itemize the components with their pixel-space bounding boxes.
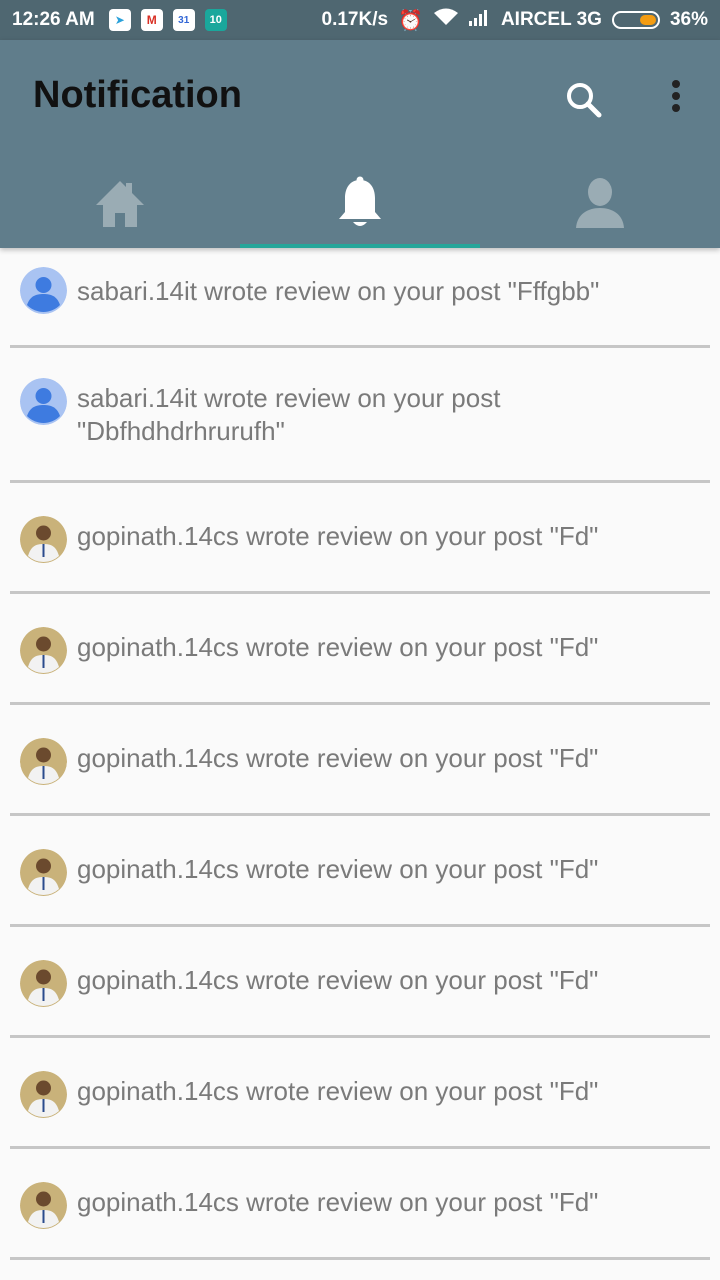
page-title: Notification bbox=[33, 74, 242, 116]
photo-avatar-icon bbox=[20, 960, 67, 1007]
photo-avatar-icon bbox=[20, 1071, 67, 1118]
default-avatar-icon bbox=[20, 378, 67, 425]
notification-text: gopinath.14cs wrote review on your post … bbox=[77, 743, 599, 773]
search-button[interactable] bbox=[560, 76, 608, 124]
home-icon bbox=[96, 181, 144, 227]
notification-item[interactable]: gopinath.14cs wrote review on your post … bbox=[0, 816, 720, 927]
notification-text: gopinath.14cs wrote review on your post … bbox=[77, 632, 599, 662]
divider bbox=[10, 1257, 710, 1260]
notification-text: sabari.14it wrote review on your post "D… bbox=[77, 383, 501, 446]
notification-badge-icon: 10 bbox=[204, 9, 227, 31]
notification-text: sabari.14it wrote review on your post "F… bbox=[77, 276, 600, 306]
avatar bbox=[20, 1071, 67, 1118]
battery-level bbox=[639, 15, 656, 25]
bell-icon bbox=[339, 176, 381, 226]
avatar bbox=[20, 267, 67, 314]
status-right: 0.17K/s ⏰ AIRCEL 3G 36% bbox=[321, 0, 708, 40]
status-time: 12:26 AM bbox=[12, 9, 95, 30]
avatar bbox=[20, 1182, 67, 1229]
notification-item[interactable]: sabari.14it wrote review on your post "D… bbox=[0, 348, 720, 483]
notification-item[interactable]: gopinath.14cs wrote review on your post … bbox=[0, 705, 720, 816]
tab-bar bbox=[0, 158, 720, 248]
notification-text: gopinath.14cs wrote review on your post … bbox=[77, 854, 599, 884]
avatar bbox=[20, 960, 67, 1007]
photo-avatar-icon bbox=[20, 627, 67, 674]
notification-text: gopinath.14cs wrote review on your post … bbox=[77, 521, 599, 551]
avatar bbox=[20, 849, 67, 896]
notification-item[interactable]: sabari.14it wrote review on your post "F… bbox=[0, 248, 720, 348]
battery-percent: 36% bbox=[669, 9, 708, 30]
avatar bbox=[20, 627, 67, 674]
notification-text: gopinath.14cs wrote review on your post … bbox=[77, 1187, 599, 1217]
search-icon bbox=[567, 83, 602, 118]
notification-list: sabari.14it wrote review on your post "F… bbox=[0, 248, 720, 1260]
photo-avatar-icon bbox=[20, 738, 67, 785]
calendar-icon: 31 bbox=[172, 9, 195, 31]
gmail-icon: M bbox=[140, 9, 163, 31]
signal-icon bbox=[468, 8, 491, 32]
person-icon bbox=[576, 178, 624, 228]
battery-icon bbox=[611, 11, 660, 29]
carrier-name: AIRCEL 3G bbox=[500, 9, 602, 30]
notification-text: gopinath.14cs wrote review on your post … bbox=[77, 965, 599, 995]
notification-item[interactable]: gopinath.14cs wrote review on your post … bbox=[0, 1149, 720, 1260]
notification-item[interactable]: gopinath.14cs wrote review on your post … bbox=[0, 594, 720, 705]
wifi-icon bbox=[433, 7, 459, 33]
avatar bbox=[20, 516, 67, 563]
overflow-menu-button[interactable] bbox=[658, 76, 694, 124]
network-speed: 0.17K/s bbox=[321, 9, 389, 30]
app-bar: Notification bbox=[0, 40, 720, 248]
notification-item[interactable]: gopinath.14cs wrote review on your post … bbox=[0, 483, 720, 594]
alarm-icon: ⏰ bbox=[398, 9, 423, 32]
avatar bbox=[20, 378, 67, 425]
notification-item[interactable]: gopinath.14cs wrote review on your post … bbox=[0, 927, 720, 1038]
avatar bbox=[20, 738, 67, 785]
more-vert-icon bbox=[672, 80, 680, 112]
notification-text: gopinath.14cs wrote review on your post … bbox=[77, 1076, 599, 1106]
photo-avatar-icon bbox=[20, 516, 67, 563]
default-avatar-icon bbox=[20, 267, 67, 314]
tab-notifications[interactable] bbox=[240, 158, 480, 248]
photo-avatar-icon bbox=[20, 1182, 67, 1229]
status-bar: 12:26 AM ➤ M 31 10 0.17K/s ⏰ AIRCEL 3G 3… bbox=[0, 0, 720, 40]
tab-home[interactable] bbox=[0, 158, 240, 248]
telegram-icon: ➤ bbox=[108, 9, 131, 31]
photo-avatar-icon bbox=[20, 849, 67, 896]
tab-profile[interactable] bbox=[480, 158, 720, 248]
notification-item[interactable]: gopinath.14cs wrote review on your post … bbox=[0, 1038, 720, 1149]
